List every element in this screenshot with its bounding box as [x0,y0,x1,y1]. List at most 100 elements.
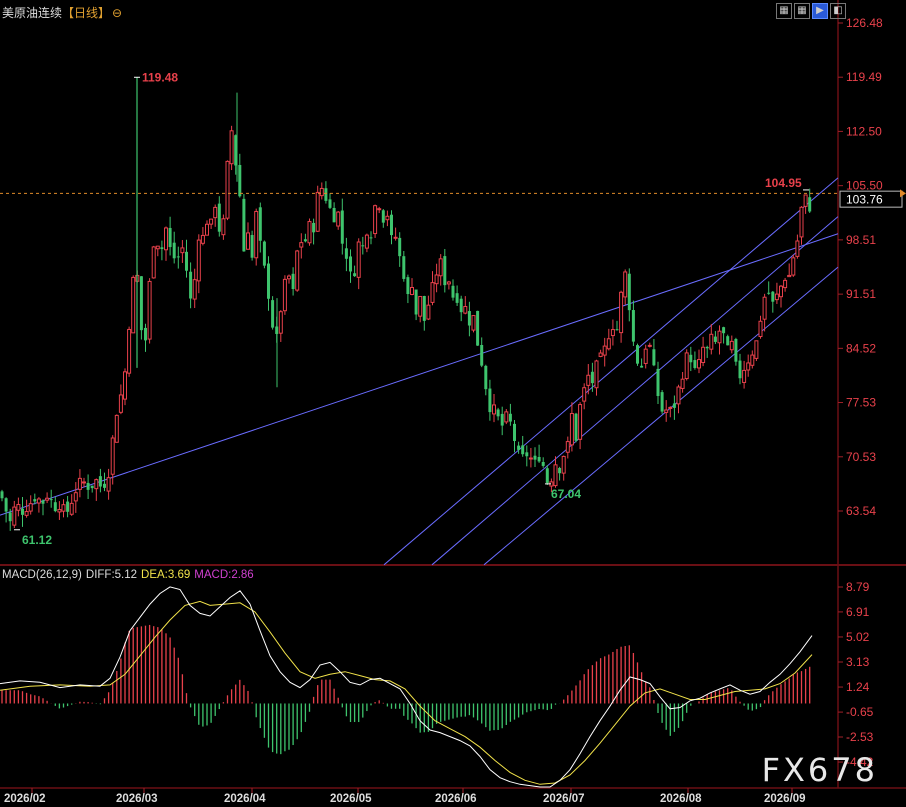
candle [4,497,8,523]
candle-body [155,245,160,250]
candle-body [701,346,706,364]
candle [271,296,275,330]
candle-body [66,501,70,512]
date-tick-label: 2026/05 [330,793,372,805]
last-price-marker: 103.76 [0,189,906,208]
candle [393,227,398,241]
macd-diff-value: DIFF:5.12 [85,569,138,581]
candle [328,193,332,210]
play-icon[interactable]: ▶ [812,3,828,19]
candle [147,278,152,344]
date-tick-label: 2026/03 [116,793,158,805]
candle-body [717,330,722,344]
candle-body [57,509,62,513]
candle [377,206,382,214]
candle-body [205,223,209,236]
candle [774,282,779,304]
macd-tick-label: -0.65 [846,705,874,719]
candle-body [767,292,771,294]
candle [767,281,771,295]
candle [139,276,143,340]
macd-tick-label: 1.24 [846,680,870,694]
price-axis: 126.48 119.49 112.50 105.50 98.51 91.51 84.52 7… [838,16,883,518]
candle [480,337,484,368]
candle [185,239,188,278]
candle-body [69,502,74,515]
candle-body [33,499,37,502]
candle [467,301,471,337]
candle [402,250,406,282]
candle [282,275,287,315]
grid-icon[interactable]: ▦ [776,3,792,19]
candle [36,497,41,513]
candle [303,233,307,243]
macd-tick-label: -2.53 [846,730,874,744]
candle-body [602,345,607,356]
candle [287,274,291,284]
macd-lines [0,586,813,788]
candle-body [726,336,730,346]
candle-body [623,271,628,298]
dea-line [0,600,813,785]
candle [471,315,476,333]
candle-body [200,234,205,244]
candle [533,447,537,468]
candle-body [353,273,357,277]
candle-body [652,349,656,366]
candle-body [144,327,147,341]
candle-body [278,311,283,334]
candle [664,400,669,422]
price-tick-label: 112.50 [846,124,882,138]
candle [123,368,127,406]
candle-body [131,276,136,334]
candle-body [455,293,459,303]
candle-body [762,296,767,320]
candle-body [713,336,717,342]
candle [697,349,701,374]
candle-body [377,208,382,211]
candle-body [738,360,742,379]
price-tick-label: 105.50 [846,179,883,193]
candle-body [676,386,681,405]
macd-tick-label: 5.02 [846,630,870,644]
candle [0,489,4,502]
candle-body [693,360,697,368]
candle [787,263,792,278]
candle-body [291,273,295,290]
candle [381,209,385,228]
candle [200,227,205,246]
candle-body [459,298,463,313]
split-icon[interactable]: ◧ [830,3,846,19]
candle [631,300,635,346]
candle [398,232,402,267]
macd-title: MACD(26,12,9) [2,569,82,581]
price-tick-label: 77.53 [846,396,876,410]
candle-body [0,491,4,499]
candle [451,279,455,301]
candle-body [561,455,566,474]
candle-body [422,296,426,321]
candle-body [369,237,373,239]
candle-body [242,198,246,252]
candle-body [484,365,488,390]
price-chart[interactable]: 119.48 61.12 67.04 104.95 126.48 119.49 112.5… [0,0,906,807]
candle-body [480,345,484,366]
gear-circle-icon[interactable]: ⊖ [112,6,122,20]
candle-body [578,404,583,440]
period-label[interactable]: 【日线】 [62,6,110,20]
candle [492,393,496,423]
candle [16,497,21,517]
candle [356,238,361,290]
candle-body [533,455,537,460]
date-tick-label: 2026/04 [224,793,266,805]
candle-body [221,218,226,236]
candle-body [647,344,652,347]
grid-icon[interactable]: ▦ [794,3,810,19]
candle-body [636,345,639,364]
candle [783,277,788,292]
candle [680,372,685,393]
macd-axis: 8.796.915.023.131.24-0.65-2.53-4.42 [838,580,874,769]
extreme-label: 104.95 [765,176,802,190]
candle-body [443,256,447,286]
candle [803,194,808,214]
